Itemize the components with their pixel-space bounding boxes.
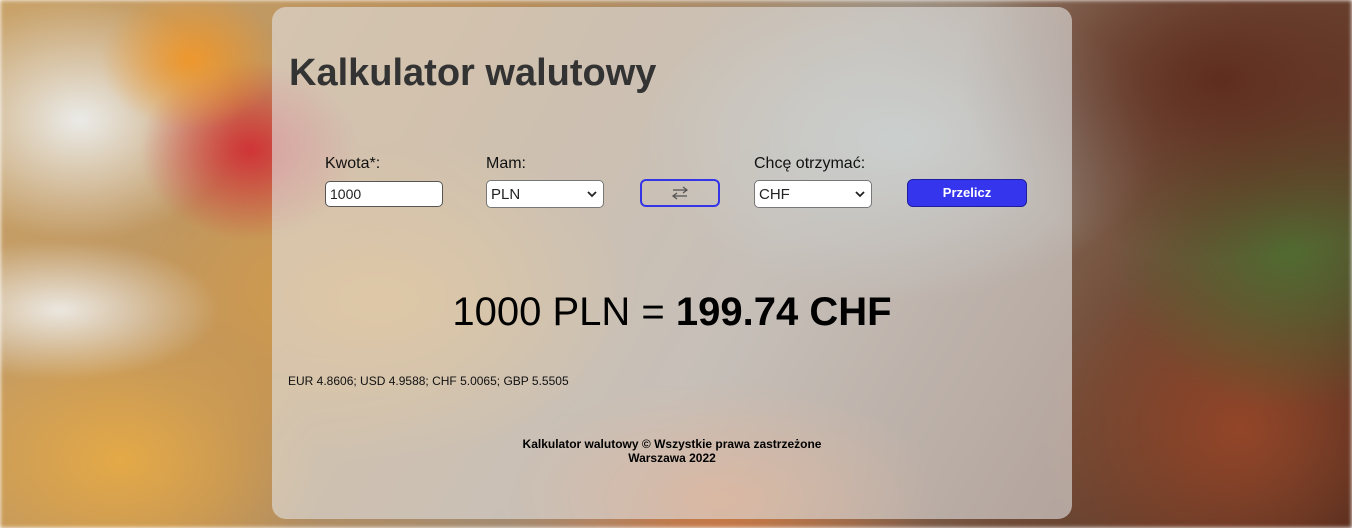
from-currency-value: PLN — [491, 186, 521, 203]
to-currency-label: Chcę otrzymać: — [754, 155, 866, 172]
to-currency-select[interactable]: CHF — [754, 180, 872, 208]
to-currency-value: CHF — [759, 186, 790, 203]
calculator-panel: Kalkulator walutowy Kwota*: Mam: PLN Chc… — [272, 7, 1072, 519]
swap-currencies-button[interactable] — [640, 179, 720, 207]
footer-location: Warszawa 2022 — [628, 451, 716, 465]
amount-label: Kwota*: — [325, 155, 381, 172]
result-source: 1000 PLN = — [452, 290, 676, 334]
footer-copyright: Kalkulator walutowy © Wszystkie prawa za… — [522, 437, 822, 451]
swap-arrows-icon — [671, 186, 689, 200]
from-currency-select[interactable]: PLN — [486, 180, 604, 208]
chevron-down-icon — [855, 191, 865, 198]
from-currency-label: Mam: — [486, 155, 526, 172]
footer: Kalkulator walutowy © Wszystkie prawa za… — [272, 437, 1072, 465]
chevron-down-icon — [587, 191, 597, 198]
convert-button[interactable]: Przelicz — [907, 179, 1027, 207]
amount-input[interactable] — [325, 181, 443, 207]
result-target: 199.74 CHF — [675, 290, 892, 334]
conversion-result: 1000 PLN = 199.74 CHF — [272, 290, 1072, 335]
page-title: Kalkulator walutowy — [289, 52, 657, 94]
exchange-rates: EUR 4.8606; USD 4.9588; CHF 5.0065; GBP … — [288, 374, 569, 388]
